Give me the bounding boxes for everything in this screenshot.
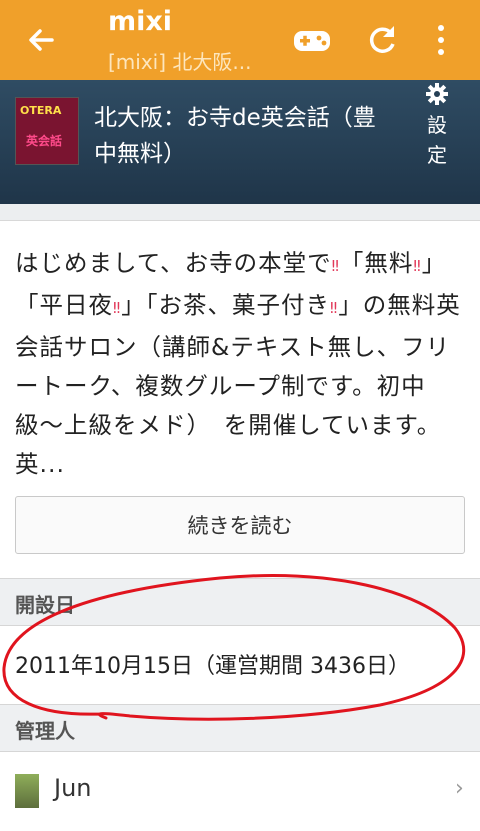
gamepad-icon[interactable] bbox=[290, 18, 334, 62]
founded-date: 2011年10月15日（運営期間 3436日） bbox=[15, 654, 410, 679]
settings-button[interactable]: 設定 bbox=[410, 82, 464, 170]
thumbnail-logo-text: OTERA bbox=[20, 104, 62, 117]
chevron-right-icon: › bbox=[455, 776, 464, 801]
founded-section-header: 開設日 bbox=[0, 578, 480, 626]
admin-name: Jun bbox=[54, 774, 92, 802]
description-text: 「無料 bbox=[339, 249, 414, 277]
settings-label: 設定 bbox=[427, 113, 447, 167]
app-subtitle: [mixi] 北大阪... bbox=[108, 50, 252, 74]
admin-list-item[interactable]: Jun › bbox=[0, 760, 480, 824]
admin-heading: 管理人 bbox=[15, 719, 75, 743]
thumbnail-logo-text-2: 英会話 bbox=[26, 134, 63, 148]
refresh-icon[interactable] bbox=[362, 18, 402, 62]
section-divider bbox=[0, 204, 480, 221]
back-arrow-icon[interactable] bbox=[22, 20, 62, 60]
description-text: 」「お茶、菓子付き bbox=[121, 291, 331, 319]
description-text: はじめまして、お寺の本堂で bbox=[15, 249, 332, 277]
app-bar: mixi [mixi] 北大阪... bbox=[0, 0, 480, 80]
app-title: mixi bbox=[108, 6, 173, 37]
read-more-button[interactable]: 続きを読む bbox=[15, 496, 465, 554]
exclamation-emoji-icon: ‼ bbox=[331, 257, 340, 275]
community-thumbnail[interactable]: OTERA 英会話 bbox=[15, 97, 79, 165]
founded-heading: 開設日 bbox=[15, 593, 75, 617]
community-title: 北大阪：お寺de英会話（豊中無料） bbox=[94, 105, 376, 167]
exclamation-emoji-icon: ‼ bbox=[413, 257, 422, 275]
community-description: はじめまして、お寺の本堂で‼「無料‼」「平日夜‼」「お茶、菓子付き‼」の無料英会… bbox=[15, 244, 470, 484]
avatar bbox=[15, 774, 39, 808]
gear-icon bbox=[426, 83, 448, 105]
description-text: 」の無料英会話サロン（講師&テキスト無し、フリートーク、複数グループ制です。初中… bbox=[15, 291, 461, 478]
admin-section-header: 管理人 bbox=[0, 704, 480, 752]
more-vert-icon[interactable] bbox=[426, 18, 456, 62]
